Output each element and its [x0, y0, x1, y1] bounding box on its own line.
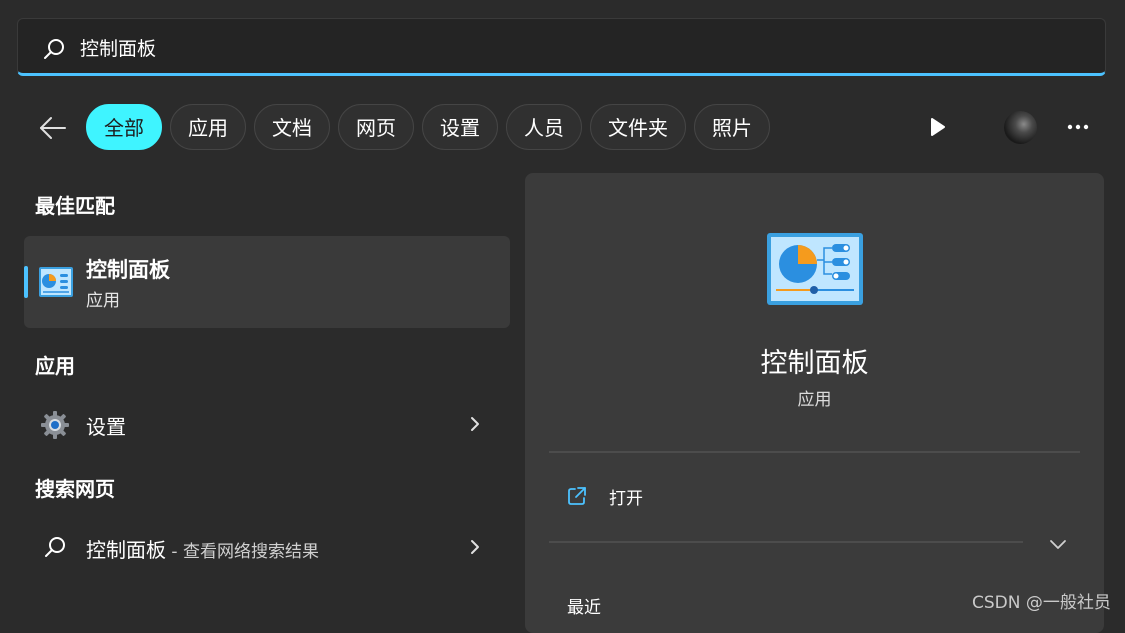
open-action[interactable]: 打开 [549, 473, 1079, 519]
best-match-heading: 最佳匹配 [35, 194, 115, 218]
avatar[interactable] [1004, 111, 1037, 144]
app-result-settings[interactable]: 设置 [24, 399, 510, 449]
filter-settings[interactable]: 设置 [422, 104, 498, 150]
filter-chips: 全部 应用 文档 网页 设置 人员 文件夹 照片 [86, 104, 770, 150]
web-result-query: 控制面板 [86, 538, 166, 562]
best-match-result[interactable]: 控制面板 应用 [24, 236, 510, 328]
search-icon [45, 537, 65, 557]
filter-folders[interactable]: 文件夹 [590, 104, 686, 150]
chevron-right-icon [471, 417, 479, 431]
web-result-suffix: - 查看网络搜索结果 [166, 542, 319, 562]
best-match-subtitle: 应用 [86, 291, 120, 311]
open-label: 打开 [609, 489, 643, 509]
play-icon[interactable] [922, 112, 952, 142]
watermark: CSDN @一般社员 [972, 593, 1111, 613]
divider [549, 451, 1080, 453]
preview-subtitle: 应用 [797, 390, 832, 410]
web-result[interactable]: 控制面板 - 查看网络搜索结果 [24, 522, 510, 572]
apps-heading: 应用 [35, 354, 75, 378]
control-panel-icon [767, 233, 863, 305]
open-external-icon [568, 487, 586, 505]
control-panel-icon [39, 267, 73, 297]
chevron-down-icon[interactable] [1045, 531, 1071, 557]
filter-photos[interactable]: 照片 [694, 104, 770, 150]
search-input[interactable] [78, 29, 982, 65]
preview-panel: 控制面板 应用 打开 最近 [525, 173, 1104, 633]
search-box[interactable] [17, 18, 1106, 76]
filter-people[interactable]: 人员 [506, 104, 582, 150]
recent-heading: 最近 [567, 598, 601, 618]
divider [549, 541, 1023, 543]
web-search-heading: 搜索网页 [35, 477, 115, 501]
filter-documents[interactable]: 文档 [254, 104, 330, 150]
more-options-icon[interactable] [1062, 112, 1094, 142]
chevron-right-icon [471, 540, 479, 554]
search-icon [44, 39, 64, 59]
settings-label: 设置 [86, 415, 126, 439]
filter-apps[interactable]: 应用 [170, 104, 246, 150]
back-arrow-icon[interactable] [36, 112, 68, 144]
preview-title: 控制面板 [760, 348, 869, 379]
filter-all[interactable]: 全部 [86, 104, 162, 150]
web-result-label: 控制面板 - 查看网络搜索结果 [86, 534, 319, 563]
selection-indicator [24, 266, 28, 298]
filter-web[interactable]: 网页 [338, 104, 414, 150]
best-match-title: 控制面板 [86, 258, 170, 282]
settings-gear-icon [41, 411, 69, 439]
